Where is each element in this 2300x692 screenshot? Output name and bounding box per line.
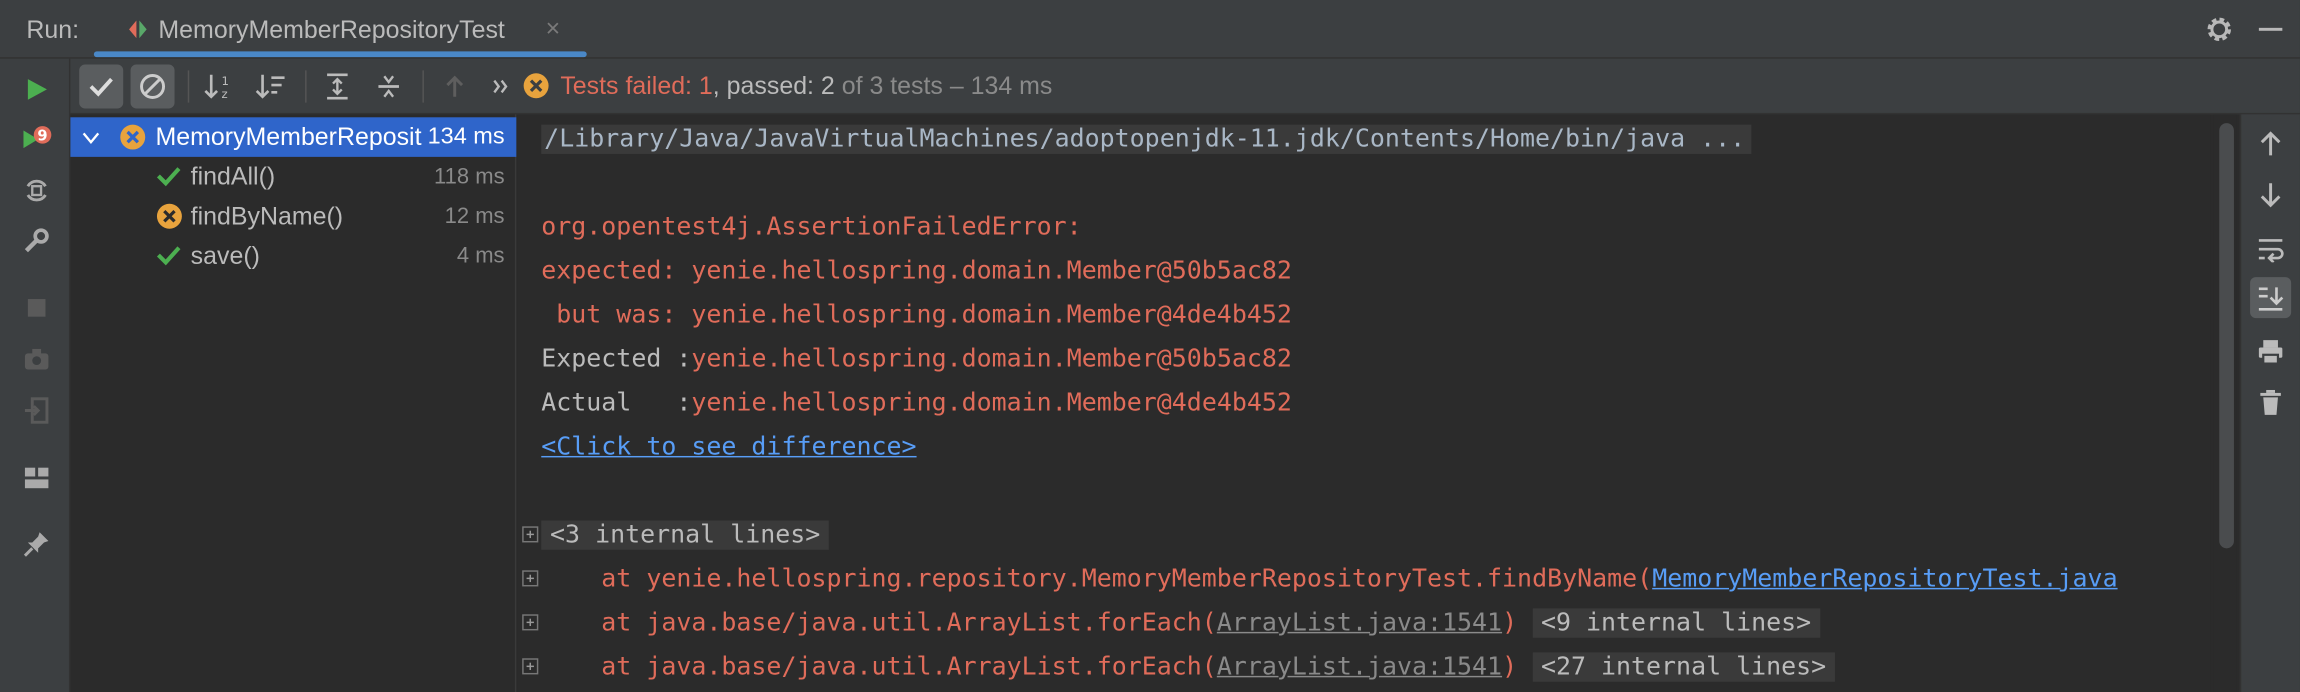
failed-test-icon <box>156 203 182 229</box>
assertion-error-type: org.opentest4j.AssertionFailedError: <box>541 212 1082 242</box>
layout-icon[interactable] <box>21 462 53 494</box>
stack-frame-text: ) <box>1502 608 1518 638</box>
source-link[interactable]: MemoryMemberRepositoryTest.java <box>1652 564 2117 593</box>
toolbar-separator <box>187 70 190 103</box>
test-tree: MemoryMemberRepositoryTest 134 ms findAl… <box>70 114 517 692</box>
gear-icon[interactable] <box>2205 15 2234 44</box>
toolbar-separator <box>305 70 307 103</box>
expand-fold-icon[interactable] <box>522 614 539 631</box>
print-icon[interactable] <box>2250 331 2291 372</box>
test-tree-item-save[interactable]: save() 4 ms <box>70 236 516 276</box>
soft-wrap-icon[interactable] <box>2250 229 2291 270</box>
console-scrollbar-thumb[interactable] <box>2219 123 2234 549</box>
stack-frame-text: at java.base/java.util.ArrayList.forEach… <box>541 608 1217 638</box>
stack-frame: at yenie.hellospring.repository.MemoryMe… <box>541 560 2117 598</box>
test-method-duration: 4 ms <box>456 243 505 269</box>
scroll-to-end-icon[interactable] <box>2250 277 2292 319</box>
previous-failed-icon[interactable] <box>433 65 477 109</box>
run-icon[interactable] <box>21 73 53 105</box>
minimize-icon[interactable] <box>2258 27 2283 31</box>
expected-row: Expected :yenie.hellospring.domain.Membe… <box>541 340 1292 378</box>
tests-failed-text: Tests failed: 1 <box>560 71 713 100</box>
toggle-auto-test-icon[interactable] <box>21 174 53 206</box>
passed-test-icon <box>156 167 181 187</box>
stack-frame: at java.base/java.util.ArrayList.forEach… <box>541 604 1820 642</box>
test-method-label: findAll() <box>190 162 276 191</box>
test-method-label: findByName() <box>190 202 344 231</box>
expand-all-icon[interactable] <box>315 65 359 109</box>
java-command-line[interactable]: /Library/Java/JavaVirtualMachines/adopto… <box>541 124 1752 154</box>
scroll-down-icon[interactable] <box>2250 174 2291 215</box>
test-config-icon <box>129 20 147 39</box>
run-configuration-tab[interactable]: MemoryMemberRepositoryTest × <box>93 0 587 59</box>
collapse-all-icon[interactable] <box>367 65 411 109</box>
close-tab-icon[interactable]: × <box>546 15 561 44</box>
rerun-failed-icon[interactable]: 9 <box>21 123 53 155</box>
test-tree-item-findbyname[interactable]: findByName() 12 ms <box>70 196 516 236</box>
show-ignored-icon[interactable] <box>130 64 175 109</box>
expected-message: expected: yenie.hellospring.domain.Membe… <box>541 256 1292 286</box>
expand-fold-icon[interactable] <box>522 526 539 543</box>
source-link[interactable]: ArrayList.java:1541 <box>1217 652 1502 681</box>
sort-by-duration-icon[interactable] <box>249 65 293 109</box>
svg-text:9: 9 <box>37 128 47 145</box>
expected-label: Expected : <box>541 344 692 374</box>
internal-lines-fold[interactable]: <9 internal lines> <box>1532 608 1820 638</box>
see-difference-link[interactable]: <Click to see difference> <box>541 432 916 461</box>
active-tab-indicator <box>93 51 587 58</box>
stack-frame-text: at java.base/java.util.ArrayList.forEach… <box>541 652 1217 682</box>
right-toolbar <box>2239 114 2300 692</box>
clear-icon[interactable] <box>2250 383 2291 424</box>
stack-frame-text: ) <box>1502 652 1518 682</box>
tab-title: MemoryMemberRepositoryTest <box>158 16 505 44</box>
toolbar-separator <box>422 70 424 103</box>
svg-text:z: z <box>221 87 227 101</box>
test-method-duration: 118 ms <box>434 164 505 190</box>
screenshot-icon[interactable] <box>21 343 53 375</box>
test-method-label: save() <box>190 241 260 270</box>
sort-alphabetically-icon[interactable]: 1z <box>198 65 242 109</box>
stop-icon[interactable] <box>21 292 53 324</box>
pin-icon[interactable] <box>21 528 53 560</box>
test-tree-root[interactable]: MemoryMemberRepositoryTest 134 ms <box>70 117 517 157</box>
run-tool-window-header: Run: MemoryMemberRepositoryTest × <box>0 0 2300 59</box>
actual-value: yenie.hellospring.domain.Member@4de4b452 <box>691 388 1292 418</box>
passed-test-icon <box>156 246 181 266</box>
test-tree-toolbar: 1z Tests failed: 1, passed: 2 of 3 tests… <box>70 58 2300 115</box>
test-tree-item-findall[interactable]: findAll() 118 ms <box>70 157 516 197</box>
test-status-summary: Tests failed: 1, passed: 2 of 3 tests – … <box>523 71 1053 101</box>
left-toolbar: 9 <box>0 58 71 692</box>
failed-status-icon <box>523 73 549 99</box>
console-output[interactable]: /Library/Java/JavaVirtualMachines/adopto… <box>517 114 2211 692</box>
test-method-duration: 12 ms <box>444 203 505 229</box>
run-tool-window: Run: MemoryMemberRepositoryTest × 9 1 z … <box>0 0 2300 692</box>
internal-lines-fold[interactable]: <3 internal lines> <box>541 520 830 550</box>
show-passed-icon[interactable] <box>79 64 124 109</box>
expected-value: yenie.hellospring.domain.Member@50b5ac82 <box>691 344 1292 374</box>
exit-icon[interactable] <box>21 394 53 426</box>
stack-frame-text: at yenie.hellospring.repository.MemoryMe… <box>541 564 1653 594</box>
but-was-message: but was: yenie.hellospring.domain.Member… <box>541 300 1292 330</box>
more-icon[interactable] <box>478 65 522 109</box>
settings-wrench-icon[interactable] <box>21 224 53 256</box>
stack-frame: at java.base/java.util.ArrayList.forEach… <box>541 648 1835 686</box>
internal-lines-fold[interactable]: <27 internal lines> <box>1532 652 1835 682</box>
scroll-up-icon[interactable] <box>2250 123 2291 164</box>
run-label: Run: <box>26 16 80 44</box>
test-class-label: MemoryMemberRepositoryTest <box>155 123 422 152</box>
expand-fold-icon[interactable] <box>522 570 539 587</box>
chevron-down-icon[interactable] <box>82 130 100 145</box>
actual-row: Actual :yenie.hellospring.domain.Member@… <box>541 384 1292 422</box>
test-class-duration: 134 ms <box>427 124 505 150</box>
source-link[interactable]: ArrayList.java:1541 <box>1217 608 1502 637</box>
svg-text:1: 1 <box>221 74 228 88</box>
expand-fold-icon[interactable] <box>522 658 539 675</box>
tests-total-text: of 3 tests – 134 ms <box>834 71 1053 100</box>
failed-test-icon <box>120 124 146 150</box>
actual-label: Actual : <box>541 388 692 418</box>
tests-passed-text: , passed: 2 <box>712 71 835 100</box>
